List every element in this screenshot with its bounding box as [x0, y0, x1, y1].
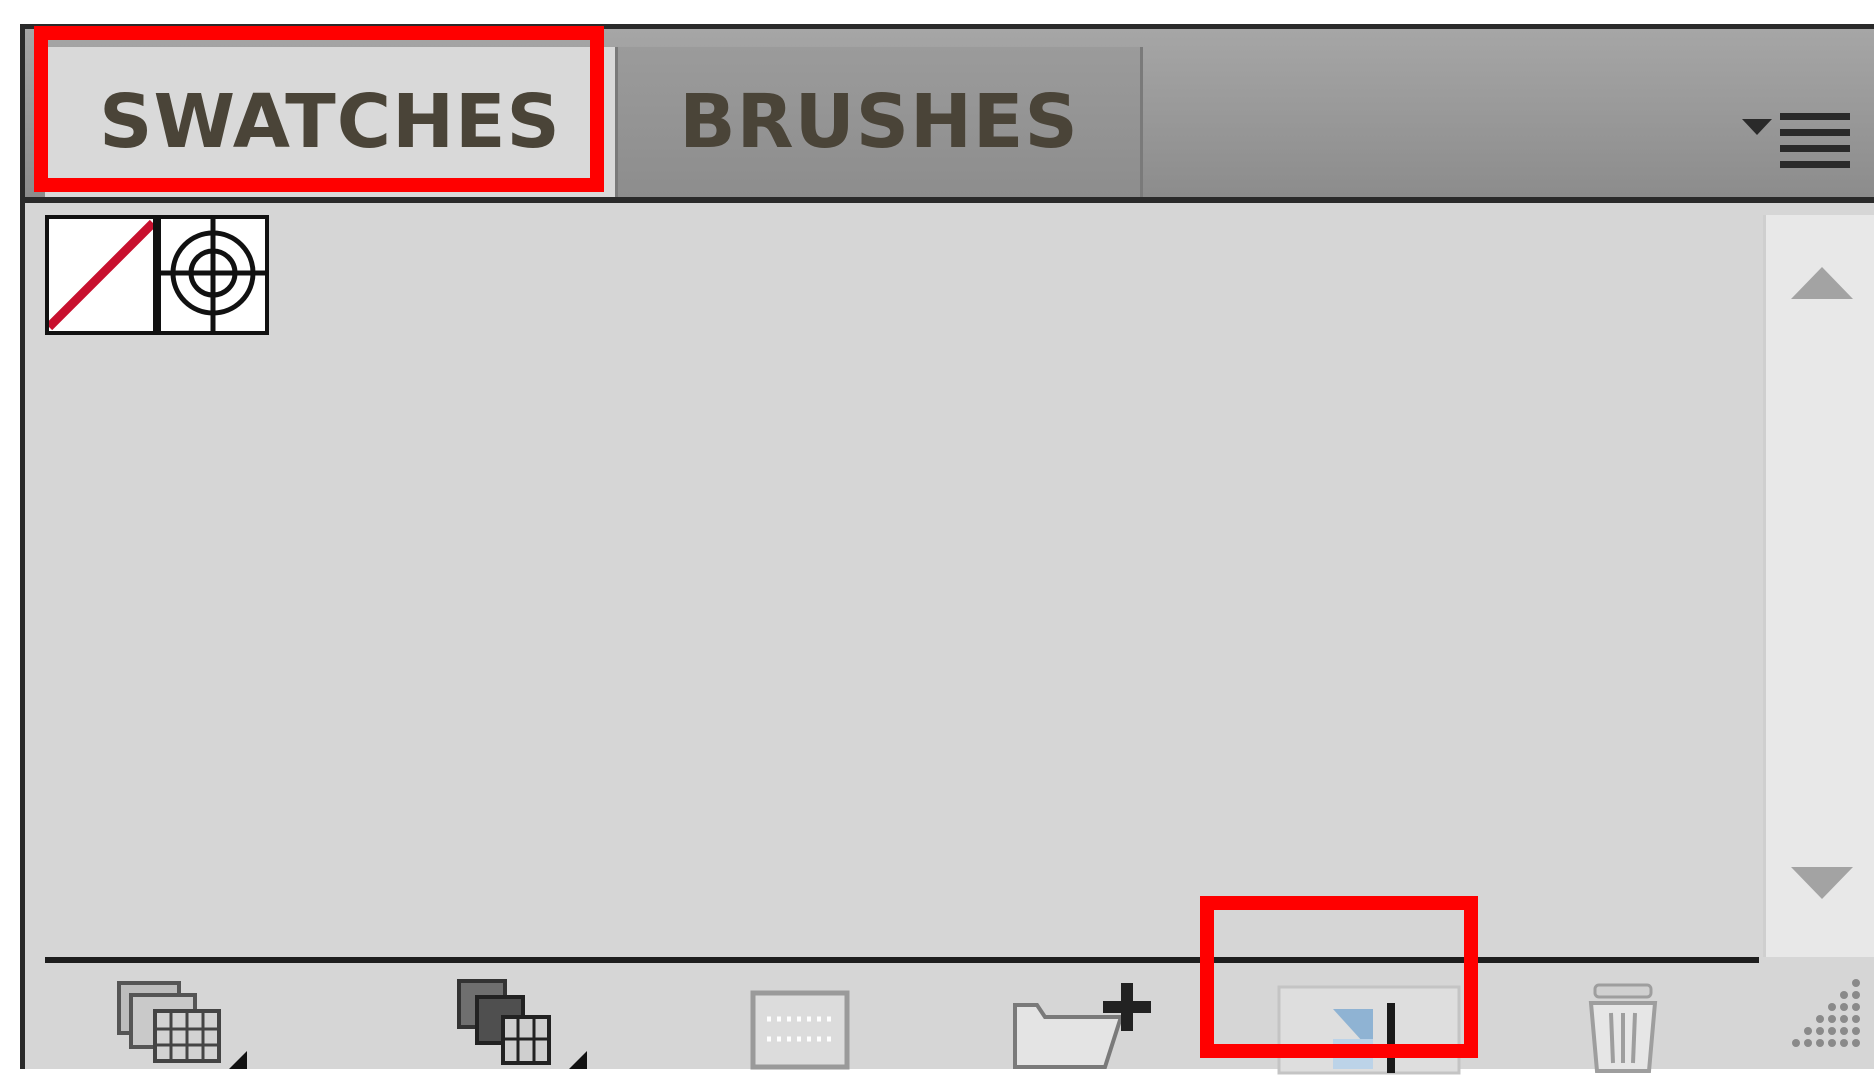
tab-brushes[interactable]: BRUSHES [615, 47, 1143, 197]
delete-swatch-icon [1588, 983, 1658, 1073]
tab-swatches-label: SWATCHES [99, 79, 561, 165]
panel-tab-bar: SWATCHES BRUSHES [25, 29, 1874, 203]
new-swatch-icon [1277, 985, 1461, 1075]
swatch-registration[interactable] [157, 215, 269, 335]
delete-swatch-button[interactable] [1573, 977, 1673, 1077]
new-color-group-icon [1013, 983, 1151, 1069]
scroll-down-arrow-icon[interactable] [1791, 863, 1853, 903]
scroll-up-arrow-icon[interactable] [1791, 263, 1853, 303]
vertical-scrollbar[interactable] [1763, 215, 1874, 957]
panel-menu-button[interactable] [1742, 99, 1862, 189]
none-swatch-icon [45, 219, 157, 331]
swatch-list-area [45, 213, 1755, 957]
swatch-libraries-button[interactable] [115, 977, 255, 1077]
swatches-panel: SWATCHES BRUSHES [20, 24, 1874, 1075]
show-swatch-kinds-button[interactable] [455, 977, 595, 1077]
swatch-options-icon [750, 990, 850, 1070]
new-swatch-button[interactable] [1253, 979, 1473, 1079]
panel-bottom-toolbar [25, 963, 1874, 1075]
swatch-libraries-menu-icon [117, 981, 247, 1069]
tab-swatches[interactable]: SWATCHES [45, 47, 615, 197]
panel-flyout-menu-icon [1742, 113, 1850, 168]
resize-grip-icon[interactable] [1766, 973, 1866, 1063]
show-swatch-kinds-menu-icon [457, 979, 587, 1069]
swatch-options-button[interactable] [745, 985, 855, 1075]
new-color-group-button[interactable] [1005, 977, 1165, 1077]
registration-swatch-icon [161, 219, 265, 331]
swatch-none[interactable] [45, 215, 157, 335]
tab-brushes-label: BRUSHES [679, 79, 1079, 165]
